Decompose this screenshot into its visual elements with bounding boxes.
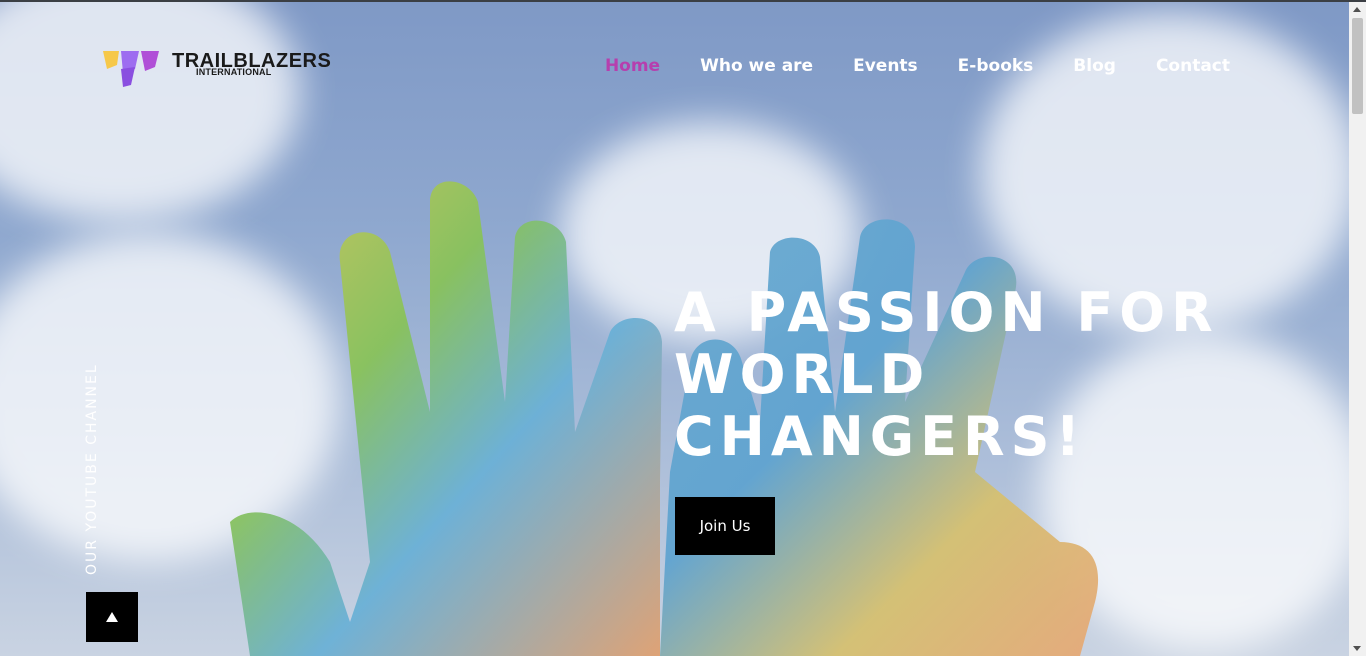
headline-line-2: WORLD [674,343,931,406]
arrow-up-icon [106,612,118,622]
youtube-channel-link[interactable]: OUR YOUTUBE CHANNEL [84,363,100,575]
trailblazers-logo-icon [103,51,159,87]
brand-subtitle: INTERNATIONAL [196,67,272,77]
headline-line-3: CHANGERS! [674,405,1087,468]
back-to-top-button[interactable] [86,592,138,642]
nav-blog[interactable]: Blog [1073,56,1116,76]
nav-events[interactable]: Events [853,56,918,76]
scroll-down-arrow-icon[interactable] [1353,646,1361,651]
nav-contact[interactable]: Contact [1156,56,1230,76]
join-us-button[interactable]: Join Us [675,497,775,555]
scroll-up-arrow-icon[interactable] [1353,7,1361,12]
nav-home[interactable]: Home [605,56,660,76]
main-navigation: Home Who we are Events E-books Blog Cont… [605,56,1230,76]
nav-ebooks[interactable]: E-books [958,56,1034,76]
brand-logo[interactable]: TRAILBLAZERS INTERNATIONAL [101,47,331,89]
scroll-thumb[interactable] [1352,18,1363,114]
page-scrollbar[interactable] [1349,2,1366,656]
headline-line-1: A PASSION FOR [674,281,1219,344]
nav-who-we-are[interactable]: Who we are [700,56,813,76]
hero-headline: A PASSION FOR WORLD CHANGERS! [674,282,1234,468]
